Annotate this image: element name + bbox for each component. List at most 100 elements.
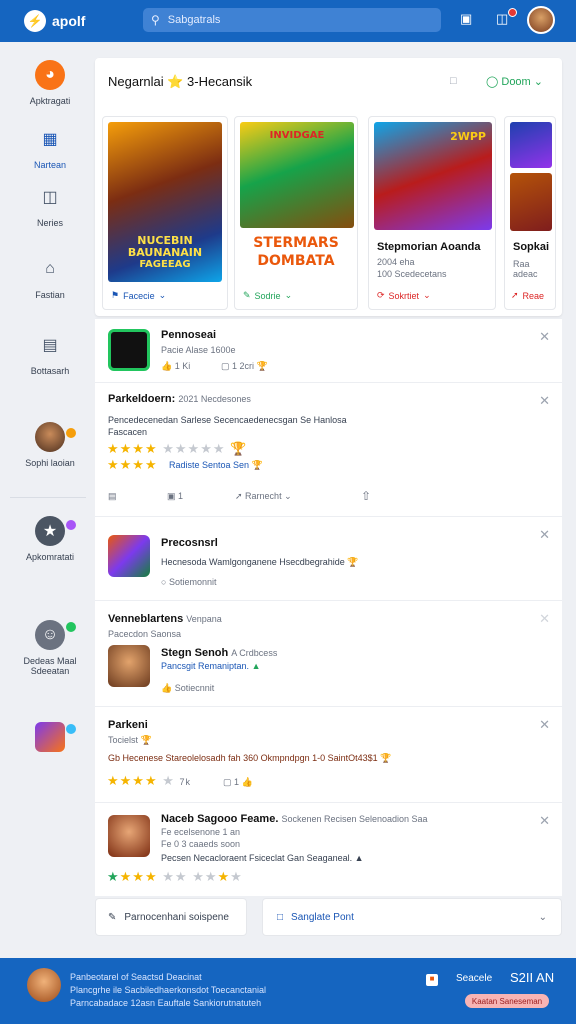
close-icon[interactable]: ✕ [539, 329, 550, 345]
manage-label: Parnocenhani soispene [124, 911, 229, 923]
avatar [35, 422, 65, 452]
item-title: Stegn Senoh A Crdbcess [161, 647, 278, 659]
notification-badge [508, 8, 517, 17]
close-icon[interactable]: ✕ [539, 813, 550, 829]
sidebar-item-label: Dedeas Maal [23, 656, 77, 666]
card-action[interactable]: ✎ Sodrie ⌄ [243, 290, 292, 301]
feed-body: Gb Hecenese Stareolelosadh fah 360 Okmpn… [108, 753, 392, 763]
book-icon: ◫ [42, 189, 58, 206]
game-thumbnail [108, 329, 150, 371]
footer-pill-button[interactable]: Kaatan Saneseman [465, 994, 549, 1008]
game-thumbnail [108, 815, 150, 857]
close-icon[interactable]: ✕ [539, 717, 550, 733]
feed-title: Naceb Sagooo Feame. Sockenen Recisen Sel… [161, 813, 428, 825]
cover-title: INVIDGAE [269, 130, 325, 141]
refresh-icon: ⟳ [377, 290, 385, 300]
feed-item[interactable]: ✕ Parkeni Tocielst 🏆 Gb Hecenese Stareol… [95, 706, 562, 802]
comment-button[interactable]: ▣ 1 [167, 491, 183, 502]
search-icon: ⚲ [151, 13, 160, 27]
feed-item[interactable]: ✕ Pennoseai Pacie Alase 1600e 👍 1 Ki ▢ 1… [95, 318, 562, 382]
app-logo[interactable]: ⚡ apolf [24, 10, 85, 32]
comment-button[interactable]: ○ Sotiemonnit [161, 577, 216, 587]
sidebar-item-home[interactable]: ⌂ Fastian [0, 254, 100, 300]
list-icon: ▤ [42, 337, 58, 354]
calendar-icon[interactable]: □ [450, 75, 457, 87]
feed-item[interactable]: ✕ Venneblartens Venpana Pacecdon Saonsa … [95, 600, 562, 706]
comment-count[interactable]: ▢ 1 2cri 🏆 [221, 361, 268, 372]
settings-icon: □ [277, 911, 284, 923]
settings-dropdown[interactable]: □ Sanglate Pont ⌄ [262, 898, 562, 936]
cover-title: 2WPP [450, 130, 486, 143]
status-badge [66, 622, 76, 632]
footer-line: Plancgrhe ile Sacbiledhaerkonsdot Toecan… [70, 985, 266, 995]
notifications-icon[interactable]: ◫ [496, 11, 508, 27]
user-avatar[interactable] [527, 6, 555, 34]
feed-body: Pencedecenedan Sarlese Secencaedenecsgan… [108, 415, 347, 425]
sidebar-item-news[interactable]: ◫ Neries [0, 182, 100, 228]
comment-button[interactable]: 👍 Sotiecnnit [161, 683, 214, 694]
card-subtitle: Raa adeac [513, 259, 538, 279]
sidebar-item-friends[interactable]: ☺ Dedeas Maal Sdeeatan [0, 620, 100, 676]
logo-text: apolf [52, 13, 86, 29]
manage-button[interactable]: ✎ Parnocenhani soispene [95, 898, 247, 936]
card-action[interactable]: ➚ Reae [511, 290, 544, 301]
edit-icon: ✎ [243, 290, 251, 300]
mascot-avatar [27, 968, 61, 1002]
flag-icon: ■ [426, 974, 438, 986]
settings-label: Sanglate Pont [291, 911, 354, 923]
status-badge [66, 520, 76, 530]
sidebar-item-label: Bottasarh [30, 366, 70, 376]
bookmark-icon[interactable]: ▤ [108, 491, 117, 502]
filter-dropdown[interactable]: ◯ Doom ⌄ [486, 75, 543, 88]
sidebar-item-library[interactable]: ▤ Bottasarh [0, 330, 100, 376]
sidebar-item-achievements[interactable]: ★ Apkomratati [0, 516, 100, 562]
cover-title-3: DOMBATA [257, 253, 335, 269]
card-title: Sopkai [513, 241, 550, 253]
feed-title: Parkeldoern: 2021 Necdesones [108, 393, 251, 405]
feed-body: Hecnesoda Wamlgonganene Hsecdbegrahide 🏆 [161, 557, 359, 567]
feed-body-2: Fascacen [108, 427, 148, 437]
sidebar-item-game-shortcut[interactable] [0, 722, 100, 758]
close-icon[interactable]: ✕ [539, 611, 550, 627]
feed-item[interactable]: ✕ Precosnsrl Hecnesoda Wamlgonganene Hse… [95, 516, 562, 600]
featured-card[interactable]: NUCEBIN BAUNANAIN FAGEEAG ⚑ Facecie ⌄ [102, 116, 228, 310]
feed-subtitle: Tocielst 🏆 [108, 735, 152, 745]
card-action[interactable]: ⟳ Sokrtiet ⌄ [377, 290, 431, 301]
cover-title-2: BAUNANAIN [127, 246, 203, 259]
close-icon[interactable]: ✕ [539, 393, 550, 409]
search-input[interactable]: ⚲ Sabgatrals [143, 8, 441, 32]
featured-card[interactable]: INVIDGAE STERMARS DOMBATA ✎ Sodrie ⌄ [234, 116, 358, 310]
upload-icon[interactable]: ⇧ [361, 489, 371, 503]
footer-line: Panbeotarel of Seactsd Deacinat [70, 972, 202, 982]
footer-label[interactable]: Seacele [456, 973, 492, 984]
feed-item[interactable]: ✕ Parkeldoern: 2021 Necdesones Pencedece… [95, 382, 562, 516]
share-button[interactable]: ➚ Rarnecht ⌄ [235, 491, 292, 502]
featured-card[interactable]: Sopkai Raa adeac ➚ Reae [504, 116, 556, 310]
status-badge [66, 428, 76, 438]
comment-button[interactable]: ▢ 1 👍 [223, 777, 253, 788]
home-icon: ⌂ [45, 260, 55, 277]
like-count[interactable]: 👍 1 Ki [161, 361, 190, 372]
star-icon: ★ [35, 516, 65, 546]
feed-item[interactable]: ✕ Naceb Sagooo Feame. Sockenen Recisen S… [95, 802, 562, 896]
sidebar-item-apps[interactable]: ◕ Apktragati [0, 60, 100, 106]
sidebar-item-profile[interactable]: Sophi laoian [0, 422, 100, 468]
rating-link[interactable]: Radiste Sentoa Sen 🏆 [169, 460, 263, 471]
chevron-down-icon: ⌄ [538, 911, 547, 923]
card-action[interactable]: ⚑ Facecie ⌄ [111, 290, 166, 301]
featured-card[interactable]: 2WPP Stepmorian Aoanda 2004 eha 100 Sced… [368, 116, 496, 310]
sidebar-item-label: Apkomratati [25, 552, 75, 562]
feed-title: Parkeni [108, 719, 148, 731]
cover-title-2: STERMARS [253, 235, 339, 251]
bowl-icon: ◕ [35, 60, 65, 90]
item-link[interactable]: Pancsgit Remaniptan. ▲ [161, 661, 261, 671]
game-cover: 2WPP [374, 122, 492, 230]
footer-value: S2II AN [510, 970, 555, 985]
sidebar-item-games[interactable]: ▦ Nartean [0, 124, 100, 170]
chat-icon[interactable]: ▣ [460, 11, 472, 27]
top-bar: ⚡ apolf ⚲ Sabgatrals ▣ ◫ [0, 0, 576, 42]
close-icon[interactable]: ✕ [539, 527, 550, 543]
footer-line: Parncabadace 12asn Eauftale Sankiorutnat… [70, 998, 262, 1008]
star-rating: ★★★★ ★ 7k [107, 773, 192, 788]
feed-title: Venneblartens Venpana [108, 613, 222, 625]
